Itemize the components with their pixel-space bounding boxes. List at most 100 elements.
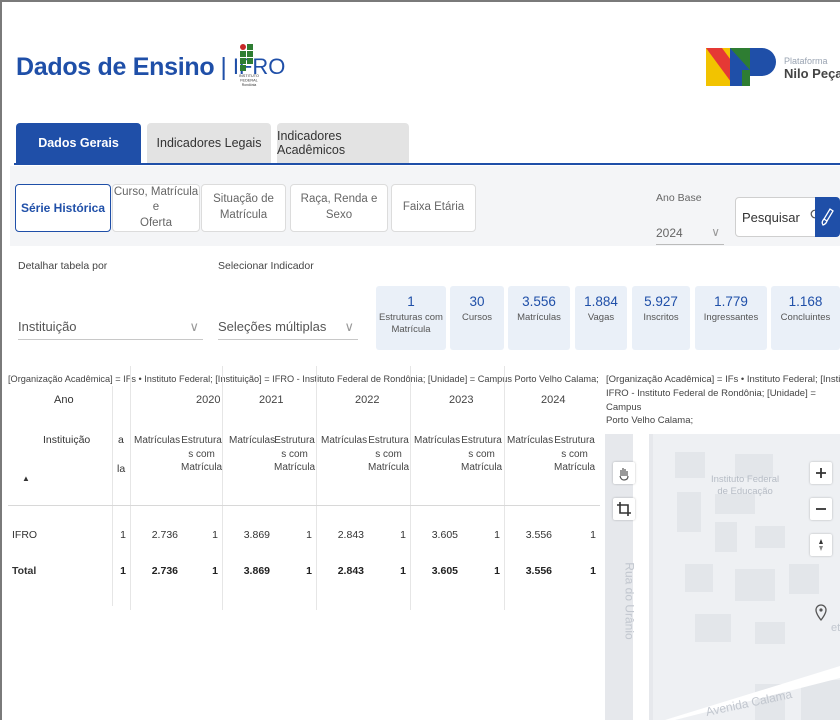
table-cell: 3.869	[243, 565, 270, 577]
table-cell: 1	[212, 565, 218, 577]
subtab-situacao-matricula[interactable]: Situação de Matrícula	[201, 184, 286, 232]
map-view[interactable]: Instituto Federal de Educação Rua do Urân…	[605, 434, 840, 720]
map-pan-button[interactable]	[613, 462, 635, 484]
column-divider	[504, 366, 505, 610]
map-poi-line: de Educação	[717, 486, 773, 498]
table-cell: 2.736	[151, 529, 178, 541]
row-header: Instituição	[43, 434, 91, 446]
tab-indicadores-legais[interactable]: Indicadores Legais	[147, 123, 271, 163]
detalhar-value: Instituição	[18, 319, 77, 334]
subtab-raca-renda-sexo[interactable]: Raça, Renda e Sexo	[290, 184, 388, 232]
year-header: 2020	[196, 394, 221, 406]
kpi-label: Matrículas	[517, 312, 561, 323]
kpi-label: Estruturas com Matrícula	[376, 312, 446, 336]
brush-icon	[821, 208, 834, 226]
year-header: 2021	[259, 394, 284, 406]
map-filter-line: Porto Velho Calama;	[606, 415, 694, 427]
column-divider	[222, 366, 223, 610]
map-zoom-in-button[interactable]	[810, 462, 832, 484]
location-pin-icon	[815, 604, 827, 622]
col-header-line: Matrícula	[461, 462, 503, 473]
row-label: IFRO	[12, 529, 38, 541]
col-header-line: Matrícula	[368, 462, 410, 473]
map-select-button[interactable]	[613, 498, 635, 520]
kpi-vagas: 1.884 Vagas	[575, 286, 627, 350]
table-cell: 2.843	[337, 565, 364, 577]
col-header-matriculas: Matrículas	[321, 435, 368, 446]
kpi-inscritos: 5.927 Inscritos	[632, 286, 690, 350]
table-cell: 3.869	[243, 529, 270, 541]
table-cell: 1	[590, 565, 596, 577]
kpi-value: 1.884	[584, 294, 618, 309]
table-cell: 1	[306, 565, 312, 577]
kpi-concluintes: 1.168 Concluintes	[771, 286, 840, 350]
kpi-value: 3.556	[522, 294, 556, 309]
kpi-label: Inscritos	[643, 312, 679, 323]
subtab-curso-matricula-oferta[interactable]: Curso, Matrícula e Oferta	[112, 184, 200, 232]
subtab-faixa-etaria[interactable]: Faixa Etária	[391, 184, 476, 232]
page-title: Dados de Ensino	[16, 52, 215, 81]
subtab-serie-historica[interactable]: Série Histórica	[15, 184, 111, 232]
col-header-line: s com	[561, 448, 588, 460]
kpi-label-line: Estruturas com	[379, 312, 443, 323]
year-header: 2022	[355, 394, 380, 406]
sort-ascending-icon[interactable]: ▲	[22, 474, 30, 483]
indicador-select[interactable]: Seleções múltiplas ∨	[218, 314, 358, 340]
compass-icon	[819, 539, 823, 551]
indicador-value: Seleções múltiplas	[218, 319, 327, 334]
table-cell: 1	[212, 529, 218, 541]
table-cell: 3.605	[431, 565, 458, 577]
kpi-value: 1.779	[714, 294, 748, 309]
minus-icon	[816, 508, 826, 510]
subtab-label: Situação de	[213, 193, 274, 206]
kpi-label-line: Matrícula	[391, 323, 431, 335]
instituto-federal-logo: INSTITUTO FEDERAL Rondônia	[239, 44, 259, 87]
table-cell: 3.605	[431, 529, 458, 541]
col-header-line: Estrutura	[368, 435, 409, 446]
map-filter-line: [Organização Acadêmica] = IFs • Institut…	[606, 374, 840, 385]
map-filter-description: [Organização Acadêmica] = IFs • Institut…	[606, 373, 840, 428]
ano-base-value: 2024	[656, 225, 683, 240]
plus-icon	[816, 468, 826, 478]
map-locate-button[interactable]	[810, 602, 832, 624]
detalhar-select[interactable]: Instituição ∨	[18, 314, 203, 340]
map-zoom-out-button[interactable]	[810, 498, 832, 520]
col-header-line: Matrícula	[181, 462, 223, 473]
chevron-down-icon: ∨	[189, 319, 199, 334]
table-cell: 3.556	[525, 565, 552, 577]
svg-text:INSTITUTO: INSTITUTO	[239, 74, 259, 78]
col-header-estruturas: Estrutura s com Matrícula	[181, 434, 222, 475]
map-poi-line: Instituto Federal	[711, 474, 780, 485]
kpi-value: 5.927	[644, 294, 678, 309]
kpi-matriculas: 3.556 Matrículas	[508, 286, 570, 350]
table-cell: 3.556	[525, 529, 552, 541]
table-cell: 2.843	[337, 529, 364, 541]
kpi-label: Concluintes	[780, 312, 831, 323]
table-cell: 1	[120, 529, 126, 541]
col-header-matriculas: Matrículas	[229, 435, 276, 446]
indicador-label: Selecionar Indicador	[218, 260, 314, 272]
subtab-label: Matrícula	[219, 209, 268, 221]
ano-base-select[interactable]: 2024 ∨	[656, 221, 724, 245]
row-label: Total	[12, 565, 37, 577]
map-reset-button[interactable]	[810, 534, 832, 556]
clear-filters-button[interactable]	[815, 197, 840, 237]
kpi-value: 30	[469, 294, 485, 309]
column-divider	[410, 366, 411, 610]
table-cell: 1	[306, 529, 312, 541]
main-tabs: Dados Gerais Indicadores Legais Indicado…	[16, 123, 409, 163]
tab-indicadores-academicos[interactable]: Indicadores Acadêmicos	[277, 123, 409, 163]
kpi-value: 1.168	[788, 294, 823, 309]
kpi-ingressantes: 1.779 Ingressantes	[695, 286, 767, 350]
col-header-estruturas: Estrutura s com Matrícula	[274, 434, 315, 475]
kpi-estruturas: 1 Estruturas com Matrícula	[376, 286, 446, 350]
title-separator: |	[220, 52, 227, 81]
table-cell: 1	[494, 529, 500, 541]
subtab-label: Faixa Etária	[402, 201, 465, 214]
year-header: 2023	[449, 394, 474, 406]
table-cell: 1	[120, 565, 126, 577]
tab-dados-gerais[interactable]: Dados Gerais	[16, 123, 141, 163]
header-divider	[8, 505, 600, 506]
col-header-line: s com	[281, 448, 308, 460]
col-header-line: Estrutura	[274, 435, 315, 446]
